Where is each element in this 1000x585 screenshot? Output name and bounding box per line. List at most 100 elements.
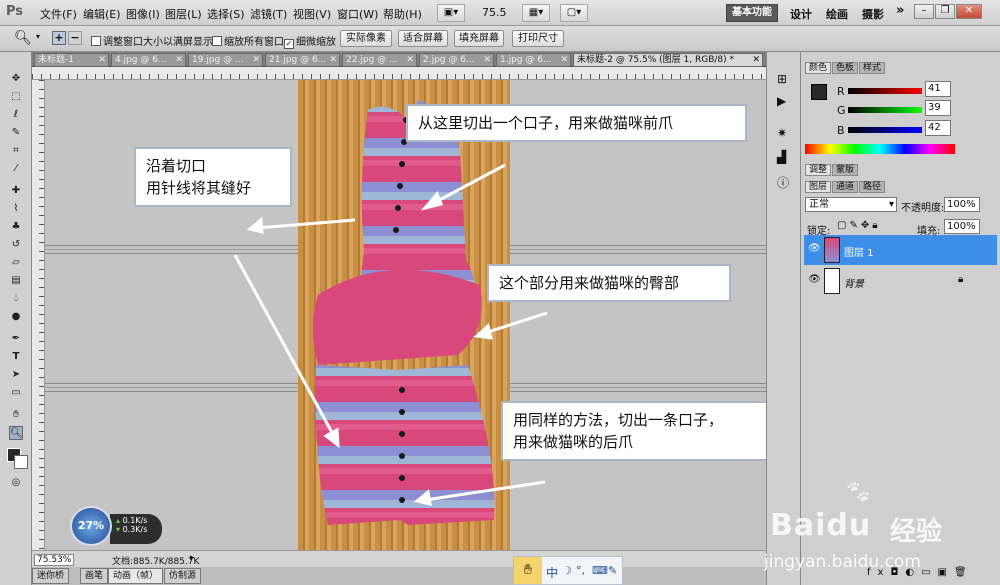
tab-layers[interactable]: 图层 (805, 181, 832, 193)
actual-pixels-button[interactable]: 实际像素 (340, 30, 392, 47)
resize-windows-checkbox[interactable]: 调整窗口大小以满屏显示 (91, 33, 213, 48)
path-select-tool-icon[interactable]: ➤ (9, 368, 23, 382)
restore-icon[interactable]: ❐ (935, 4, 955, 19)
extras-button[interactable]: ▢▾ (560, 4, 588, 22)
green-value-field[interactable]: 39 (925, 100, 951, 116)
tab-22-jpg[interactable]: 22.jpg @ ... ✕ (342, 53, 417, 67)
tab-close-icon[interactable]: ✕ (406, 54, 414, 66)
tab-close-icon[interactable]: ✕ (252, 54, 260, 66)
scrubby-zoom-checkbox[interactable]: ✓ 细微缩放 (284, 33, 336, 49)
shape-tool-icon[interactable]: ▭ (9, 386, 23, 400)
menu-help[interactable]: 帮助(H) (383, 6, 422, 22)
menu-file[interactable]: 文件(F) (40, 6, 77, 22)
blue-value-field[interactable]: 42 (925, 120, 951, 136)
red-value-field[interactable]: 41 (925, 81, 951, 97)
quick-mask-icon[interactable]: ◎ (9, 476, 23, 490)
tool-preset-dropdown-icon[interactable]: ▾ (36, 32, 40, 41)
tab-1-jpg[interactable]: 1.jpg @ 6... ✕ (496, 53, 571, 67)
zoom-out-icon[interactable]: − (68, 31, 82, 45)
tab-channels[interactable]: 通道 (832, 181, 859, 193)
tab-19-jpg[interactable]: 19.jpg @ ... ✕ (188, 53, 263, 67)
marquee-tool-icon[interactable]: ⬚ (9, 90, 23, 104)
pen-tool-icon[interactable]: ✒ (9, 332, 23, 346)
opacity-field[interactable]: 100% (944, 197, 980, 212)
menu-layer[interactable]: 图层(L) (165, 6, 202, 22)
ime-halfwidth-icon[interactable]: ☽ (562, 564, 572, 577)
tab-close-icon[interactable]: ✕ (752, 54, 760, 66)
workspace-design[interactable]: 设计 (790, 6, 812, 22)
tab-close-icon[interactable]: ✕ (175, 54, 183, 66)
menu-window[interactable]: 窗口(W) (337, 6, 378, 22)
zoom-in-icon[interactable]: + (52, 31, 66, 45)
checkbox-box[interactable] (212, 36, 222, 46)
blue-slider[interactable] (848, 127, 922, 133)
clone-stamp-tool-icon[interactable]: ♣ (9, 220, 23, 234)
tab-brush[interactable]: 画笔 (80, 568, 109, 584)
tab-close-icon[interactable]: ✕ (560, 54, 568, 66)
tab-2-jpg[interactable]: 2.jpg @ 6... ✕ (419, 53, 494, 67)
eye-icon[interactable]: 👁︎ (808, 243, 821, 254)
layer-name[interactable]: 背景 (844, 275, 864, 290)
tab-paths[interactable]: 路径 (859, 181, 886, 193)
print-size-button[interactable]: 打印尺寸 (512, 30, 564, 47)
quick-select-tool-icon[interactable]: ✎ (9, 126, 23, 140)
zoom-tool-icon[interactable]: 🔍︎ (14, 30, 32, 46)
workspace-photo[interactable]: 摄影 (862, 6, 884, 22)
tab-adjustments[interactable]: 调整 (805, 164, 832, 176)
navigator-panel-icon[interactable]: ✷ (777, 126, 787, 140)
lasso-tool-icon[interactable]: ℓ (9, 108, 23, 122)
eyedropper-tool-icon[interactable]: ⁄ (9, 162, 23, 176)
more-workspaces-icon[interactable]: » (896, 3, 904, 18)
menu-image[interactable]: 图像(I) (126, 6, 160, 22)
ime-punct-icon[interactable]: °, (576, 564, 585, 577)
tab-masks[interactable]: 蒙版 (832, 164, 859, 176)
ime-mode-label[interactable]: 中 (546, 564, 558, 581)
close-icon[interactable]: ✕ (956, 4, 982, 19)
info-panel-icon[interactable]: ⓘ (777, 174, 789, 191)
menu-filter[interactable]: 滤镜(T) (250, 6, 287, 22)
history-panel-icon[interactable]: ⊞ (777, 72, 787, 86)
lock-icons[interactable]: ▢✎✥🔒︎ (837, 220, 881, 231)
healing-brush-tool-icon[interactable]: ✚ (9, 184, 23, 198)
tab-close-icon[interactable]: ✕ (98, 54, 106, 66)
tab-untitled-2[interactable]: 未标题-2 @ 75.5% (图层 1, RGB/8) * ✕ (573, 53, 763, 67)
zoom-level[interactable]: 75.5 (482, 6, 507, 19)
network-monitor-widget[interactable]: ▴ 0.1K/s ▾ 0.3K/s 27% (70, 506, 162, 546)
ime-settings-icon[interactable]: ✎ (608, 564, 617, 577)
layer-row[interactable]: 👁︎ 背景 🔒︎ (804, 266, 997, 296)
document-canvas[interactable]: 从这里切出一个口子，用来做猫咪前爪 沿着切口 用针线将其缝好 这个部分用来做猫咪… (45, 80, 766, 550)
menu-view[interactable]: 视图(V) (293, 6, 331, 22)
workspace-paint[interactable]: 绘画 (826, 6, 848, 22)
actions-panel-icon[interactable]: ▶ (777, 94, 786, 108)
tab-mini-bridge[interactable]: 迷你桥 (32, 568, 70, 584)
tab-untitled-1[interactable]: 未标题-1 ✕ (34, 53, 109, 67)
background-color-swatch[interactable] (14, 455, 28, 469)
ime-toolbar[interactable]: ✋︎ 中 ☽ °, ⌨ ✎ (513, 556, 623, 585)
gradient-tool-icon[interactable]: ▤ (9, 274, 23, 288)
zoom-tool-icon[interactable]: 🔍︎ (9, 426, 23, 440)
ime-keyboard-icon[interactable]: ⌨ (592, 564, 608, 577)
fit-screen-button[interactable]: 适合屏幕 (398, 30, 448, 47)
zoom-all-checkbox[interactable]: 缩放所有窗口 (212, 33, 284, 48)
status-zoom-field[interactable]: 75.53% (34, 554, 74, 566)
green-slider[interactable] (848, 107, 922, 113)
dodge-tool-icon[interactable]: ● (9, 310, 23, 324)
move-tool-icon[interactable]: ✥ (9, 72, 23, 86)
checkbox-box[interactable] (91, 36, 101, 46)
arrange-button[interactable]: ▦▾ (522, 4, 550, 22)
fill-screen-button[interactable]: 填充屏幕 (454, 30, 504, 47)
eye-icon[interactable]: 👁︎ (808, 274, 821, 285)
checkbox-box[interactable]: ✓ (284, 39, 294, 49)
layer-row[interactable]: 👁︎ 图层 1 (804, 235, 997, 265)
screen-mode-button[interactable]: ▣▾ (437, 4, 465, 22)
crop-tool-icon[interactable]: ⌗ (9, 144, 23, 158)
tab-swatches[interactable]: 色板 (832, 62, 859, 74)
tab-close-icon[interactable]: ✕ (329, 54, 337, 66)
red-slider[interactable] (848, 88, 922, 94)
workspace-basic[interactable]: 基本功能 (726, 4, 778, 22)
color-spectrum-bar[interactable] (805, 144, 955, 154)
brush-tool-icon[interactable]: ⌇ (9, 202, 23, 216)
minimize-icon[interactable]: – (914, 4, 934, 19)
layer-name[interactable]: 图层 1 (844, 244, 874, 259)
tab-close-icon[interactable]: ✕ (483, 54, 491, 66)
